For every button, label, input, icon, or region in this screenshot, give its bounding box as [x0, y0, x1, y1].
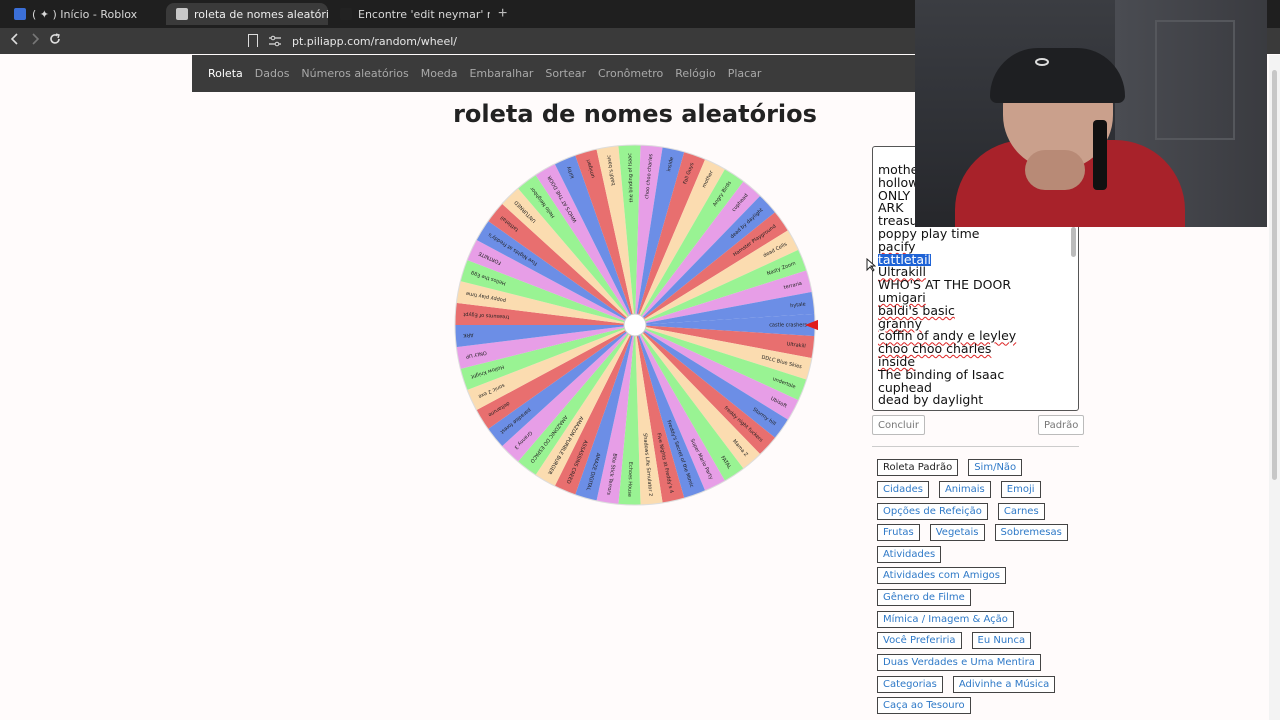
wheel-slice-label: castle crashers [769, 323, 807, 329]
tab-title: roleta de nomes aleatórios [194, 7, 328, 21]
preset-cidades[interactable]: Cidades [877, 481, 929, 498]
nav-item-rel-gio[interactable]: Relógio [675, 67, 715, 80]
name-line: dead by daylight [878, 392, 1016, 408]
tab-tiktok[interactable]: Encontre 'edit neymar' no TikTok | Pe [330, 3, 490, 25]
webcam-door [1155, 20, 1235, 140]
nav-item-dados[interactable]: Dados [255, 67, 290, 80]
site-navigation: Roleta Dados Números aleatórios Moeda Embara… [192, 55, 915, 92]
name-wheel[interactable]: castle crashersUltrakillDDLC Blue Skiesu… [452, 142, 818, 508]
preset-carnes[interactable]: Carnes [997, 503, 1045, 520]
page-title: roleta de nomes aleatórios [453, 100, 817, 128]
preset-emoji[interactable]: Emoji [1000, 481, 1041, 498]
preset-sim-nao[interactable]: Sim/Não [968, 459, 1023, 476]
preset-caca-ao-tesouro[interactable]: Caça ao Tesouro [877, 697, 971, 714]
nav-item-sortear[interactable]: Sortear [545, 67, 586, 80]
preset-animais[interactable]: Animais [938, 481, 991, 498]
webcam-phone [1093, 120, 1107, 190]
address-bar[interactable]: pt.piliapp.com/random/wheel/ [268, 31, 918, 51]
nav-item-moeda[interactable]: Moeda [421, 67, 458, 80]
preset-roleta-padrao[interactable]: Roleta Padrão [877, 459, 959, 476]
reload-icon[interactable] [48, 32, 62, 46]
back-arrow-icon[interactable] [9, 32, 21, 46]
preset-vegetais[interactable]: Vegetais [929, 524, 985, 541]
webcam-overlay [915, 0, 1267, 227]
name-line-text: dead by daylight [878, 392, 984, 408]
tab-roblox[interactable]: ( ✦ ) Início - Roblox [4, 3, 164, 25]
nav-item-cron-metro[interactable]: Cronômetro [598, 67, 663, 80]
nav-item-n-meros-aleat-rios[interactable]: Números aleatórios [301, 67, 408, 80]
preset-sobremesas[interactable]: Sobremesas [994, 524, 1068, 541]
preset-genero-de-filme[interactable]: Gênero de Filme [877, 589, 971, 606]
textarea-scrollbar[interactable] [1071, 227, 1076, 257]
bookmark-icon[interactable] [248, 34, 258, 47]
tab-title: Encontre 'edit neymar' no TikTok | Pe [358, 7, 490, 21]
forward-arrow-icon[interactable] [29, 32, 41, 46]
page-scroll-thumb[interactable] [1272, 70, 1277, 480]
tab-wheel[interactable]: roleta de nomes aleatórios ✕ [166, 3, 328, 25]
webcam-person-cap [990, 48, 1125, 103]
preset-mimica-imagem-acao[interactable]: Mímica / Imagem & Ação [877, 611, 1014, 628]
wheel-hub[interactable] [623, 313, 647, 337]
wheel-slice-label: Echoes House [626, 462, 633, 497]
default-button[interactable]: Padrão [1038, 415, 1085, 435]
nav-item-embaralhar[interactable]: Embaralhar [469, 67, 533, 80]
divider [872, 446, 1079, 447]
preset-adivinhe-a-musica[interactable]: Adivinhe a Música [952, 676, 1056, 693]
preset-frutas[interactable]: Frutas [877, 524, 920, 541]
webcam-person-hand [1025, 150, 1085, 190]
nav-item-roleta[interactable]: Roleta [208, 67, 243, 80]
preset-atividades[interactable]: Atividades [877, 546, 942, 563]
preset-opcoes-de-refeicao[interactable]: Opções de Refeição [877, 503, 988, 520]
tab-title: ( ✦ ) Início - Roblox [32, 7, 138, 21]
page-scrollbar[interactable] [1269, 55, 1280, 720]
new-tab-icon[interactable]: + [498, 5, 507, 23]
site-settings-icon[interactable] [268, 35, 282, 47]
nav-item-placar[interactable]: Placar [728, 67, 762, 80]
url-text: pt.piliapp.com/random/wheel/ [292, 34, 457, 48]
preset-duas-verdades-e-uma-mentira[interactable]: Duas Verdades e Uma Mentira [877, 654, 1041, 671]
wheel-slice-label: ARK [462, 331, 473, 338]
preset-categorias[interactable]: Categorias [877, 676, 943, 693]
preset-voce-preferiria[interactable]: Você Preferiria [877, 632, 962, 649]
mouse-cursor-icon [866, 258, 876, 272]
roblox-favicon-icon [14, 8, 26, 20]
piliapp-favicon-icon [176, 8, 188, 20]
preset-atividades-com-amigos[interactable]: Atividades com Amigos [877, 567, 1006, 584]
browser-window: ( ✦ ) Início - Roblox roleta de nomes al… [0, 0, 1280, 720]
cap-logo-icon [1035, 58, 1049, 66]
done-button[interactable]: Concluir [872, 415, 925, 435]
tiktok-favicon-icon [340, 8, 352, 20]
preset-eu-nunca[interactable]: Eu Nunca [971, 632, 1032, 649]
